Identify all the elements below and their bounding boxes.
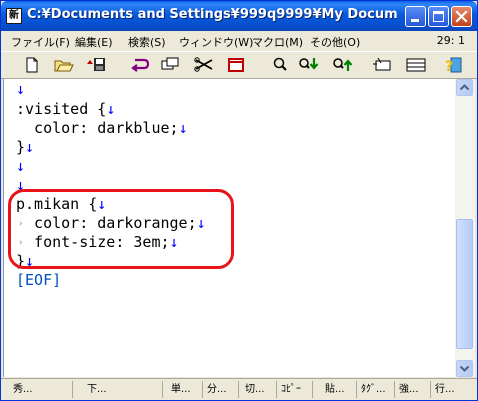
toolbar: ? [1, 51, 477, 79]
menu-macro[interactable]: マクロ(M) [252, 34, 303, 50]
minimize-icon [411, 19, 419, 22]
split-window-icon [406, 58, 426, 72]
close-button[interactable] [451, 6, 472, 27]
help-button[interactable]: ? [441, 55, 463, 75]
search-icon [273, 57, 287, 71]
newline-mark: ↓ [16, 80, 26, 98]
menu-edit[interactable]: 編集(E) [75, 34, 113, 50]
open-button[interactable] [53, 55, 75, 75]
help-icon: ? [445, 57, 462, 75]
editor-line: }↓ [16, 138, 35, 156]
search-prev-button[interactable] [331, 55, 353, 75]
editor-line: ↓ [16, 79, 25, 99]
vertical-scrollbar[interactable] [455, 79, 475, 377]
text-editor[interactable]: ↓ :visited {↓ color: darkblue;↓ }↓ ↓ ↓ p… [3, 79, 456, 377]
undo-button[interactable] [129, 55, 151, 75]
fkey-button[interactable]: 切... [241, 381, 277, 398]
maximize-button[interactable] [428, 6, 449, 27]
search-prev-icon [333, 58, 353, 71]
cut-icon [194, 57, 213, 72]
editor-line: ↓ [16, 156, 25, 176]
function-key-bar: 秀... 下... 単... 分... 切... ｺﾋﾟｰ 貼... ﾀｸﾞ..… [1, 378, 477, 400]
chevron-up-icon [459, 84, 470, 91]
chevron-down-icon [459, 365, 470, 372]
fkey-button[interactable]: 強... [395, 381, 431, 398]
grep-icon [373, 57, 391, 71]
undo-icon [131, 58, 150, 72]
fkey-button[interactable]: 貼... [321, 381, 357, 398]
newline-mark: ↓ [106, 100, 116, 118]
minimize-button[interactable] [405, 6, 426, 27]
open-folder-icon [54, 60, 74, 72]
search-button[interactable] [269, 55, 291, 75]
fkey-button[interactable]: 単... [167, 381, 203, 398]
new-file-button[interactable] [21, 55, 43, 75]
newline-mark: ↓ [25, 138, 35, 156]
grep-button[interactable] [371, 55, 393, 75]
search-next-icon [299, 58, 319, 70]
copy-button[interactable] [159, 55, 181, 75]
window-title: C:¥Documents and Settings¥999q9999¥My Do… [27, 7, 397, 22]
maximize-icon [433, 11, 444, 22]
svg-text:?: ? [445, 59, 453, 75]
scroll-up-button[interactable] [456, 79, 473, 96]
paste-button[interactable] [225, 55, 247, 75]
editor-line: :visited {↓ [16, 100, 116, 118]
eof-marker: [EOF] [16, 271, 62, 289]
fkey-button[interactable]: 下... [83, 381, 163, 398]
new-file-icon [26, 57, 38, 73]
save-icon [87, 58, 105, 71]
menu-file[interactable]: ファイル(F) [11, 34, 70, 50]
highlight-annotation [8, 189, 234, 269]
scroll-thumb[interactable] [456, 219, 473, 349]
paste-icon [228, 58, 244, 72]
copy-icon [161, 57, 179, 70]
fkey-button[interactable]: ﾀｸﾞ... [357, 381, 395, 398]
search-next-button[interactable] [297, 55, 319, 75]
fkey-button[interactable]: 分... [203, 381, 239, 398]
fkey-button[interactable]: ｺﾋﾟｰ [277, 381, 313, 398]
save-button[interactable] [85, 55, 107, 75]
cut-button[interactable] [193, 55, 215, 75]
newline-mark: ↓ [178, 119, 188, 137]
newline-mark: ↓ [16, 157, 26, 175]
menu-bar: ファイル(F) 編集(E) 検索(S) ウィンドウ(W) マクロ(M) その他(… [1, 31, 477, 51]
close-icon [455, 10, 468, 23]
menu-window[interactable]: ウィンドウ(W) [179, 34, 253, 50]
app-icon[interactable]: 新 [6, 8, 22, 24]
title-bar[interactable]: 新 C:¥Documents and Settings¥999q9999¥My … [1, 1, 477, 31]
menu-other[interactable]: その他(O) [310, 34, 360, 50]
editor-window: 新 C:¥Documents and Settings¥999q9999¥My … [0, 0, 478, 401]
scroll-down-button[interactable] [456, 360, 473, 377]
split-window-button[interactable] [405, 55, 427, 75]
cursor-position: 29: 1 [436, 34, 465, 47]
editor-line: color: darkblue;↓ [16, 119, 188, 137]
fkey-button[interactable]: 秀... [9, 381, 73, 398]
fkey-button[interactable]: 行... [431, 381, 475, 398]
menu-search[interactable]: 検索(S) [128, 34, 166, 50]
